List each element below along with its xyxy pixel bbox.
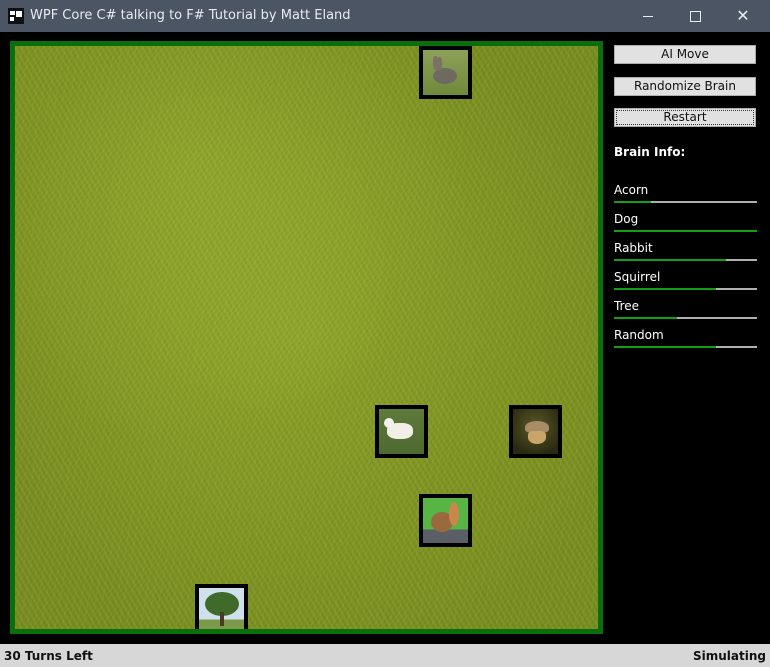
maximize-button[interactable]: [672, 0, 718, 32]
ai-move-button[interactable]: AI Move: [614, 45, 756, 64]
acorn-icon: [513, 409, 558, 454]
game-board: [10, 41, 603, 634]
tree-icon: [199, 588, 244, 629]
maximize-icon: [689, 10, 701, 22]
close-button[interactable]: ✕: [720, 0, 766, 32]
brain-weight-fill: [614, 346, 716, 348]
turns-left-text: 30 Turns Left: [4, 649, 93, 663]
window-title: WPF Core C# talking to F# Tutorial by Ma…: [30, 8, 351, 23]
brain-item-squirrel: Squirrel: [614, 270, 757, 299]
rabbit-tile: [419, 46, 472, 99]
tree-tile: [195, 584, 248, 629]
brain-weight-fill: [614, 201, 652, 203]
title-bar[interactable]: WPF Core C# talking to F# Tutorial by Ma…: [0, 0, 770, 32]
brain-weight-bar: [614, 317, 757, 319]
acorn-tile: [509, 405, 562, 458]
brain-item-rabbit: Rabbit: [614, 241, 757, 270]
brain-weight-bar: [614, 259, 757, 261]
brain-weight-bar: [614, 230, 757, 232]
squirrel-icon: [423, 498, 468, 543]
close-icon: ✕: [736, 6, 750, 25]
randomize-brain-button[interactable]: Randomize Brain: [614, 77, 756, 96]
brain-weight-bar: [614, 201, 757, 203]
brain-item-label: Dog: [614, 212, 639, 226]
dog-tile: [375, 405, 428, 458]
simulation-state-text: Simulating: [693, 649, 766, 663]
status-bar: 30 Turns Left Simulating: [0, 644, 770, 667]
brain-item-random: Random: [614, 328, 757, 357]
dog-icon: [379, 409, 424, 454]
brain-item-label: Squirrel: [614, 270, 661, 284]
brain-weight-fill: [614, 230, 757, 232]
brain-item-acorn: Acorn: [614, 183, 757, 212]
grass-background: [15, 46, 598, 629]
brain-item-dog: Dog: [614, 212, 757, 241]
brain-weight-bar: [614, 288, 757, 290]
brain-item-label: Tree: [614, 299, 640, 313]
brain-info-heading: Brain Info:: [614, 145, 686, 159]
brain-weight-fill: [614, 259, 726, 261]
brain-weight-bar: [614, 346, 757, 348]
squirrel-tile: [419, 494, 472, 547]
brain-item-label: Rabbit: [614, 241, 653, 255]
brain-weight-fill: [614, 317, 677, 319]
restart-button[interactable]: Restart: [614, 108, 756, 127]
brain-item-tree: Tree: [614, 299, 757, 328]
brain-weight-fill: [614, 288, 716, 290]
brain-item-label: Random: [614, 328, 664, 342]
minimize-button[interactable]: [625, 0, 671, 32]
rabbit-icon: [423, 50, 468, 95]
brain-item-label: Acorn: [614, 183, 649, 197]
app-window-icon: [8, 8, 24, 24]
minimize-icon: [643, 15, 653, 17]
